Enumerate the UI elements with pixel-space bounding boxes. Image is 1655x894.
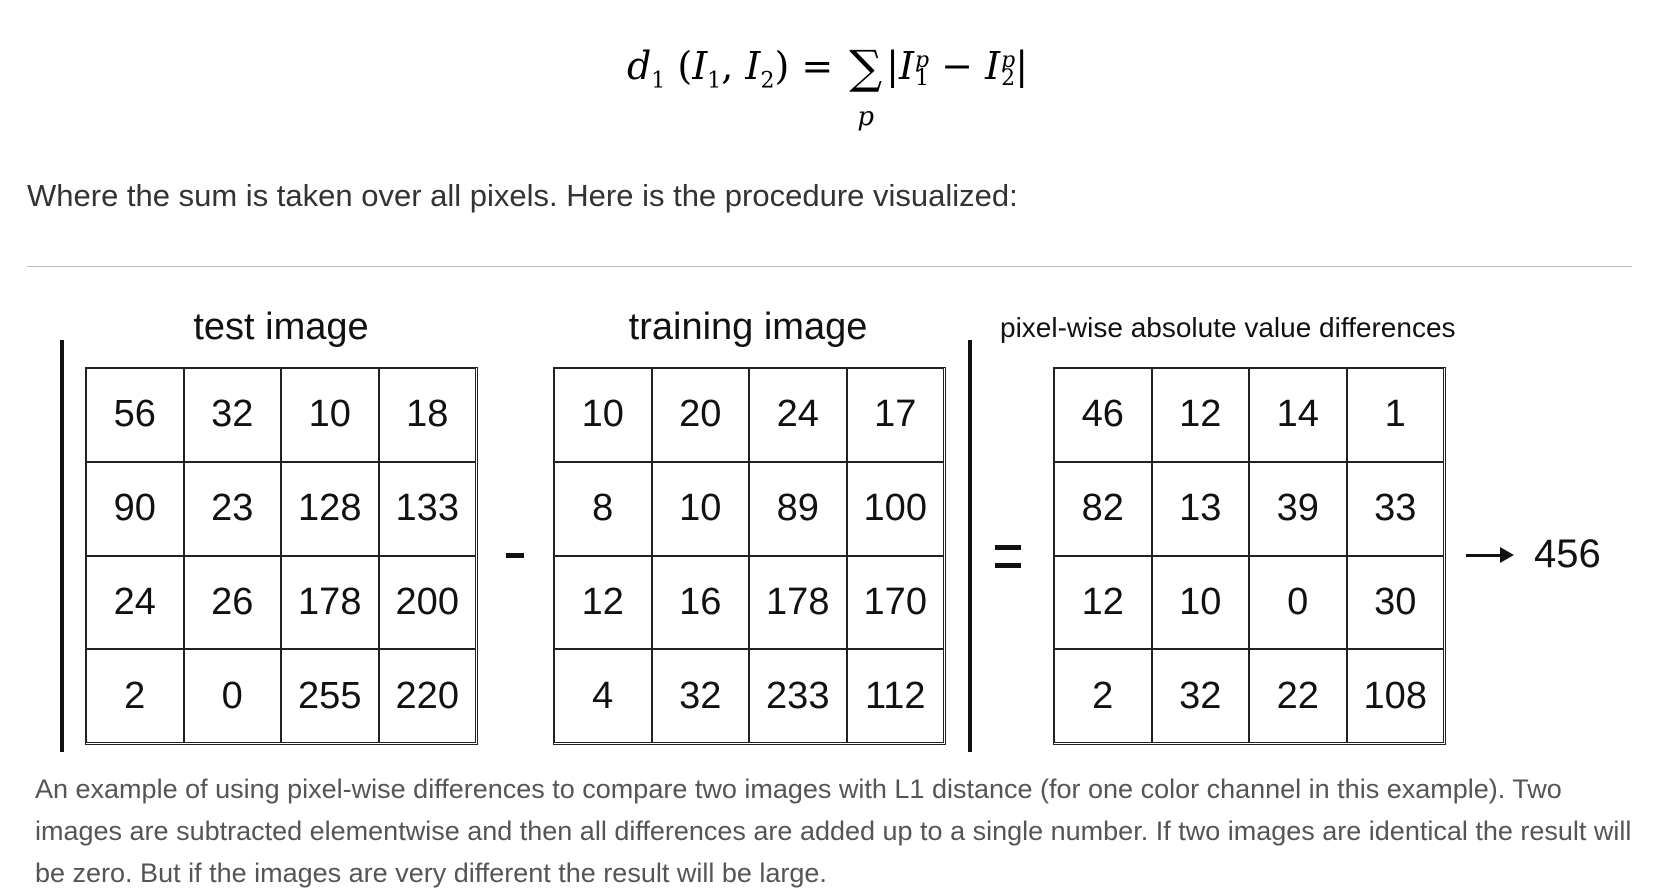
grid-cell: 108 [1346,649,1444,743]
grid-cell: 16 [651,555,749,650]
grid-cell: 20 [651,368,749,462]
grid-cell: 170 [846,555,944,650]
grid-cell: 4 [554,649,652,743]
grid-cell: 12 [1054,555,1152,650]
l1-distance-figure: test image training image pixel-wise abs… [0,0,1655,893]
grid-cell: 26 [183,555,281,650]
grid-cell: 33 [1346,461,1444,556]
figure-caption: An example of using pixel-wise differenc… [35,774,1632,888]
arrow-icon [1466,554,1502,557]
sum-result: 456 [1534,532,1601,576]
grid-cell: 0 [183,649,281,743]
grid-cell: 112 [846,649,944,743]
grid-cell: 56 [86,368,184,462]
grid-cell: 10 [281,368,379,462]
minus-sign [506,553,524,558]
grid-cell: 22 [1249,649,1347,743]
grid-cell: 200 [378,555,476,650]
grid-cell: 178 [281,555,379,650]
grid-cell: 30 [1346,555,1444,650]
grid-cell: 2 [1054,649,1152,743]
grid-cell: 2 [86,649,184,743]
grid-cell: 23 [183,461,281,556]
equals-sign-top [995,545,1021,550]
test-image-title: test image [193,306,369,348]
differences-grid: 46 12 14 1 82 13 39 33 12 10 0 30 2 32 22 108 [1053,367,1446,745]
grid-cell: 17 [846,368,944,462]
left-abs-bar [60,340,64,752]
grid-cell: 100 [846,461,944,556]
grid-cell: 10 [651,461,749,556]
grid-cell: 12 [554,555,652,650]
grid-cell: 14 [1249,368,1347,462]
grid-cell: 1 [1346,368,1444,462]
training-image-grid: 10 20 24 17 8 10 89 100 12 16 178 170 4 32 233 112 [553,367,946,745]
grid-cell: 18 [378,368,476,462]
grid-cell: 178 [749,555,847,650]
differences-title: pixel-wise absolute value differences [1000,312,1456,343]
grid-cell: 89 [749,461,847,556]
grid-cell: 10 [1151,555,1249,650]
test-image-grid: 56 32 10 18 90 23 128 133 24 26 178 200 2 0 255 220 [85,367,478,745]
grid-cell: 10 [554,368,652,462]
grid-cell: 24 [749,368,847,462]
right-abs-bar [968,340,972,752]
grid-cell: 90 [86,461,184,556]
grid-cell: 0 [1249,555,1347,650]
equals-sign-bottom [995,563,1021,568]
grid-cell: 39 [1249,461,1347,556]
grid-cell: 13 [1151,461,1249,556]
grid-cell: 133 [378,461,476,556]
training-image-title: training image [628,306,868,348]
arrow-head-icon [1500,547,1514,563]
grid-cell: 32 [1151,649,1249,743]
grid-cell: 128 [281,461,379,556]
grid-cell: 82 [1054,461,1152,556]
grid-cell: 220 [378,649,476,743]
grid-cell: 32 [183,368,281,462]
grid-cell: 8 [554,461,652,556]
grid-cell: 255 [281,649,379,743]
grid-cell: 32 [651,649,749,743]
grid-cell: 12 [1151,368,1249,462]
grid-cell: 233 [749,649,847,743]
grid-cell: 24 [86,555,184,650]
grid-cell: 46 [1054,368,1152,462]
